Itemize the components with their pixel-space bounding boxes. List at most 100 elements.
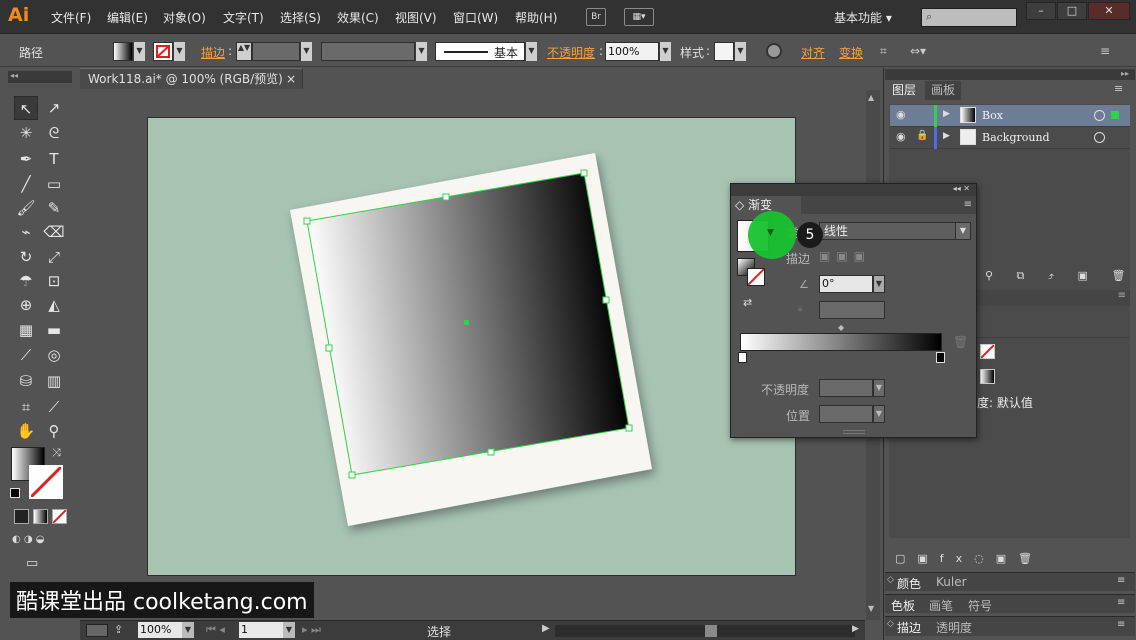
next-artboard-icon[interactable]: ▸ ⏭ [302, 623, 321, 637]
column-graph-tool-icon[interactable]: ▥ [42, 369, 66, 393]
gradient-mode-icon[interactable] [33, 509, 48, 524]
gradient-tool-icon[interactable]: ▬ [42, 318, 66, 342]
gradient-type-select[interactable]: 线性 [819, 222, 959, 240]
arrange-documents-icon[interactable]: ▦▾ [624, 8, 654, 26]
appearance-stroke-swatch[interactable] [980, 344, 995, 359]
layer-name[interactable]: Box [982, 109, 1003, 122]
swatches-panel-group[interactable]: 色板 画笔 符号 ≡ [885, 594, 1135, 613]
tab-symbols[interactable]: 符号 [968, 597, 992, 614]
appearance-panel-header[interactable]: ≡ [977, 290, 1130, 306]
appearance-row[interactable] [977, 314, 1130, 338]
menu-file[interactable]: 文件(F) [51, 9, 91, 26]
menu-object[interactable]: 对象(O) [163, 9, 206, 26]
angle-input[interactable]: 0° [819, 275, 873, 293]
symbol-sprayer-tool-icon[interactable]: ⛁ [14, 369, 38, 393]
menu-help[interactable]: 帮助(H) [515, 9, 557, 26]
pencil-tool-icon[interactable]: ✎ [42, 196, 66, 220]
close-button[interactable]: ✕ [1088, 2, 1130, 20]
fill-dropdown-arrow-icon[interactable]: ▼ [767, 228, 774, 238]
opacity-label[interactable]: 不透明度 [547, 44, 595, 61]
appearance-opacity[interactable]: 度: 默认值 [977, 394, 1033, 411]
scroll-right-icon[interactable]: ▶ [852, 624, 859, 634]
document-tab[interactable]: Work118.ai* @ 100% (RGB/预览) × [80, 68, 303, 89]
line-tool-icon[interactable]: ╱ [14, 172, 38, 196]
appearance-fill-swatch[interactable] [980, 369, 995, 384]
slice-tool-icon[interactable]: ⟋ [42, 395, 66, 419]
menu-select[interactable]: 选择(S) [280, 9, 321, 26]
tab-transparency[interactable]: 透明度 [936, 619, 972, 636]
swap-fill-stroke-icon[interactable]: ⤨ [52, 446, 61, 460]
gradient-slider[interactable] [740, 333, 942, 351]
recolor-artwork-icon[interactable] [766, 43, 782, 59]
document-close-icon[interactable]: × [286, 69, 296, 89]
tab-brushes[interactable]: 画笔 [929, 597, 953, 614]
stroke-weight-input[interactable] [252, 42, 300, 61]
default-fill-stroke-icon[interactable] [10, 488, 20, 498]
stroke-dropdown-icon[interactable]: ▼ [173, 42, 185, 61]
expand-triangle-icon[interactable]: ▶ [943, 109, 950, 119]
stroke-gradient-options[interactable]: ▣▣▣ [819, 249, 871, 263]
visibility-eye-icon[interactable]: ◉ [896, 108, 906, 121]
expand-triangle-icon[interactable]: ▶ [943, 131, 950, 141]
layers-footer-icons[interactable]: ⚲ ⧉ ⤴ ▣ 🗑 [985, 269, 1135, 283]
stroke-indicator[interactable] [747, 268, 765, 286]
transform-link[interactable]: 变换 [839, 44, 863, 61]
aspect-ratio-input[interactable] [819, 301, 885, 319]
rectangle-tool-icon[interactable]: ▭ [42, 172, 66, 196]
stroke-label[interactable]: 描边 [201, 44, 225, 61]
reverse-gradient-icon[interactable]: ⇄ [743, 296, 752, 309]
eyedropper-tool-icon[interactable]: ⟋ [14, 343, 38, 367]
align-link[interactable]: 对齐 [801, 44, 825, 61]
lasso-tool-icon[interactable]: ᘓ [42, 121, 66, 145]
style-dropdown-icon[interactable]: ▼ [734, 42, 746, 61]
selection-indicator[interactable] [1111, 111, 1119, 119]
target-circle-icon[interactable] [1094, 110, 1105, 121]
stroke-swatch[interactable] [153, 42, 173, 61]
tab-kuler[interactable]: Kuler [936, 575, 967, 589]
direct-selection-tool-icon[interactable]: ↗ [42, 96, 66, 120]
warp-tool-icon[interactable]: ☂ [14, 269, 38, 293]
eraser-tool-icon[interactable]: ⌫ [42, 220, 66, 244]
screen-mode-icon[interactable]: ▭ [26, 556, 48, 572]
layers-panel-menu-icon[interactable]: ≡ [1114, 82, 1123, 95]
variable-width-profile[interactable] [321, 42, 415, 61]
status-menu-icon[interactable]: ▶ [542, 623, 550, 634]
shape-builder-tool-icon[interactable]: ⊕ [14, 293, 38, 317]
first-artboard-icon[interactable]: ⏮ ◂ [206, 623, 225, 637]
gradient-stop-black[interactable] [936, 352, 945, 363]
blob-brush-tool-icon[interactable]: ⌁ [14, 220, 38, 244]
none-mode-icon[interactable] [52, 509, 67, 524]
artboard-number-input[interactable]: 1 [239, 622, 283, 638]
artboard-nav-icon[interactable] [86, 624, 108, 637]
midpoint-diamond-icon[interactable]: ◆ [838, 323, 844, 332]
stop-opacity-input[interactable] [819, 379, 873, 397]
magic-wand-tool-icon[interactable]: ✳ [14, 121, 38, 145]
pen-tool-icon[interactable]: ✒ [14, 147, 38, 171]
stroke-color-box[interactable] [29, 465, 63, 499]
drawing-modes-icon[interactable]: ◐ ◑ ◒ [12, 534, 68, 549]
collapse-icon[interactable]: ◇ [887, 575, 894, 585]
gradient-panel-titlebar[interactable]: ◂◂ ✕ [731, 184, 976, 196]
search-input[interactable]: ⌕ [921, 8, 1017, 27]
restore-button[interactable]: □ [1057, 2, 1087, 20]
visibility-eye-icon[interactable]: ◉ [896, 130, 906, 143]
horizontal-scrollbar[interactable] [555, 625, 855, 637]
control-menu-icon[interactable]: ≡ [1100, 44, 1110, 58]
scale-tool-icon[interactable]: ⤢ [42, 245, 66, 269]
delete-stop-icon[interactable]: 🗑 [953, 335, 968, 349]
share-icon[interactable]: ⇪ [114, 623, 123, 636]
gradient-stop-white[interactable] [738, 352, 747, 363]
tab-color[interactable]: 颜色 [897, 575, 921, 592]
stroke-weight-dropdown-icon[interactable]: ▼ [300, 42, 312, 61]
target-circle-icon[interactable] [1094, 132, 1105, 143]
stroke-panel-group[interactable]: ◇ 描边 透明度 ≡ [885, 616, 1135, 636]
tools-panel-header[interactable]: ◂◂ [8, 71, 72, 83]
panel-menu-icon[interactable]: ≡ [1117, 619, 1125, 630]
resize-grip[interactable] [843, 430, 865, 434]
layer-row[interactable]: ◉ ▶ Box [890, 105, 1130, 127]
opacity-dropdown-icon[interactable]: ▼ [659, 42, 671, 61]
rotate-tool-icon[interactable]: ↻ [14, 245, 38, 269]
isolate-icon[interactable]: ⌗ [880, 44, 887, 59]
free-transform-tool-icon[interactable]: ⊡ [42, 269, 66, 293]
menu-type[interactable]: 文字(T) [223, 9, 264, 26]
